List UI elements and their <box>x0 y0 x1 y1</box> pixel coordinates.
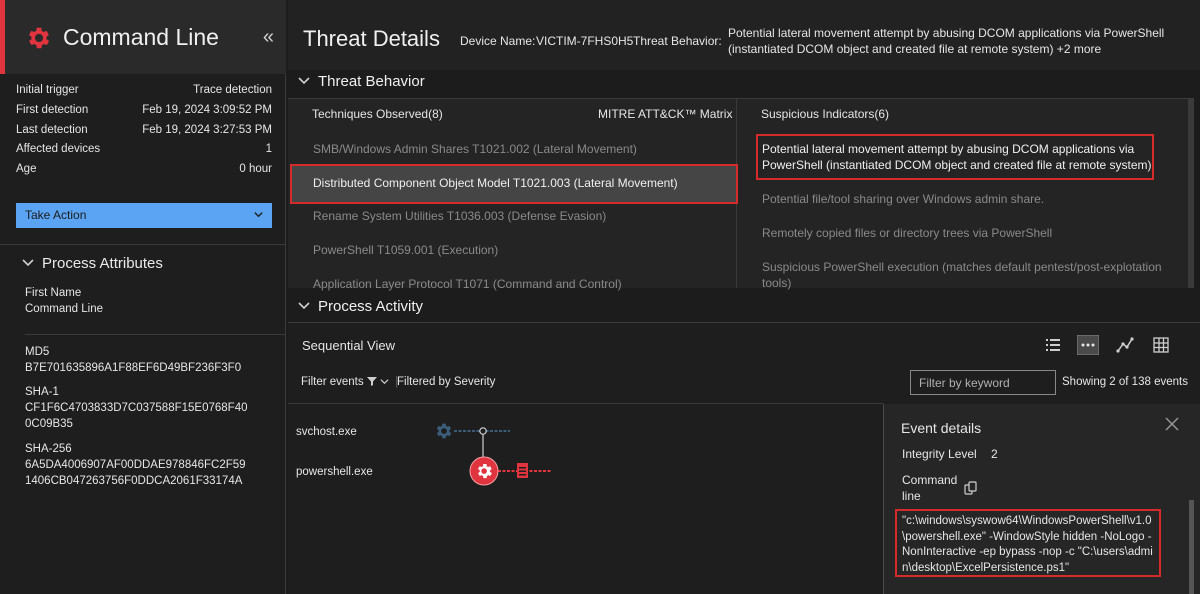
divider <box>25 334 286 335</box>
filter-events-label: Filter events <box>301 376 364 388</box>
threat-behavior-label: Threat Behavior: <box>633 34 722 48</box>
process-activity-header[interactable]: Process Activity <box>298 298 423 315</box>
indicator-item[interactable]: Suspicious PowerShell execution (matches… <box>762 259 1172 291</box>
sequential-view-icon[interactable] <box>1077 335 1099 355</box>
powershell-node-gear-icon[interactable] <box>469 456 499 486</box>
divider <box>288 403 883 404</box>
device-name-label: Device Name: <box>460 34 536 48</box>
technique-item[interactable]: SMB/Windows Admin Shares T1021.002 (Late… <box>313 142 637 156</box>
tab-mitre-matrix[interactable]: MITRE ATT&CK™ Matrix <box>598 107 732 121</box>
technique-item[interactable]: PowerShell T1059.001 (Execution) <box>313 243 498 257</box>
keyword-filter-input[interactable] <box>910 370 1056 395</box>
attr-label: First Name <box>25 287 82 299</box>
device-name-value: VICTIM-7FHS0H5 <box>536 34 634 48</box>
attr-label: SHA-1 <box>25 386 59 398</box>
technique-item[interactable]: Application Layer Protocol T1071 (Comman… <box>313 277 622 291</box>
attr-label: MD5 <box>25 346 50 358</box>
summary-value: Trace detection <box>193 84 272 96</box>
filter-events-dropdown[interactable]: Filter events | <box>301 376 398 388</box>
view-title: Sequential View <box>302 338 395 353</box>
indicator-item[interactable]: Potential lateral movement attempt by ab… <box>762 141 1154 173</box>
chevron-down-icon <box>380 379 389 385</box>
event-details-title: Event details <box>901 420 982 436</box>
summary-value: Feb 19, 2024 3:27:53 PM <box>142 124 272 136</box>
graph-view-icon[interactable] <box>1115 336 1135 354</box>
chevron-down-icon <box>254 212 263 218</box>
divider <box>0 244 286 245</box>
attr-value: Command Line <box>25 303 103 315</box>
scrollbar[interactable] <box>1188 98 1194 288</box>
process-label-svchost: svchost.exe <box>296 426 357 438</box>
take-action-dropdown[interactable]: Take Action <box>16 203 272 228</box>
copy-icon[interactable] <box>964 481 978 495</box>
scrollbar[interactable] <box>1189 500 1194 594</box>
md5-value: B7E701635896A1F88EF6D49BF236F3F0 <box>25 362 242 374</box>
technique-item[interactable]: Rename System Utilities T1036.003 (Defen… <box>313 209 606 223</box>
summary-label: First detection <box>16 104 89 116</box>
section-heading: Threat Behavior <box>318 73 425 90</box>
event-count-text: Showing 2 of 138 events <box>1062 376 1188 388</box>
process-attributes-header[interactable]: Process Attributes <box>22 255 163 272</box>
summary-value: Feb 19, 2024 3:09:52 PM <box>142 104 272 116</box>
left-panel-header: Command Line « <box>0 0 286 74</box>
left-panel: Command Line « Initial trigger Trace det… <box>0 0 286 594</box>
tab-techniques-observed[interactable]: Techniques Observed(8) <box>312 107 443 121</box>
section-heading: Process Attributes <box>42 255 163 272</box>
summary-value: 1 <box>265 143 272 155</box>
sha256-value: 6A5DA4006907AF00DDAE978846FC2F59 1406CB0… <box>25 459 246 487</box>
integrity-level-label: Integrity Level <box>902 447 977 461</box>
threat-behavior-header[interactable]: Threat Behavior <box>298 73 425 90</box>
summary-label: Last detection <box>16 124 88 136</box>
integrity-level-value: 2 <box>991 447 998 461</box>
panel-title: Command Line <box>63 24 219 50</box>
indicator-item[interactable]: Potential file/tool sharing over Windows… <box>762 191 1172 207</box>
summary-label: Age <box>16 163 37 175</box>
threat-behavior-value: Potential lateral movement attempt by ab… <box>728 26 1165 56</box>
technique-item[interactable]: Distributed Component Object Model T1021… <box>313 176 678 190</box>
section-heading: Process Activity <box>318 298 424 315</box>
page-title: Threat Details <box>303 26 440 51</box>
process-label-powershell: powershell.exe <box>296 466 373 478</box>
sha1-value: CF1F6C4703833D7C037588F15E0768F40 0C09B3… <box>25 402 248 430</box>
filtered-by-label: Filtered by Severity <box>397 376 496 388</box>
collapse-panel-icon[interactable]: « <box>263 26 274 49</box>
attr-label: SHA-256 <box>25 443 72 455</box>
list-view-icon[interactable] <box>1043 336 1063 354</box>
table-view-icon[interactable] <box>1151 336 1171 354</box>
svchost-node-gear-icon[interactable] <box>434 421 454 441</box>
command-line-label: Command line <box>902 473 958 503</box>
indicator-item[interactable]: Remotely copied files or directory trees… <box>762 225 1172 241</box>
gear-icon <box>28 27 50 49</box>
threat-details-header: Threat Details Device Name: VICTIM-7FHS0… <box>288 0 1200 70</box>
take-action-label: Take Action <box>25 208 87 222</box>
chevron-down-icon <box>298 77 310 85</box>
chevron-down-icon <box>298 302 310 310</box>
filter-icon <box>366 377 377 386</box>
summary-label: Initial trigger <box>16 84 79 96</box>
close-icon[interactable] <box>1165 417 1179 431</box>
summary-value: 0 hour <box>239 163 272 175</box>
chevron-down-icon <box>22 259 34 267</box>
command-line-value: "c:\windows\syswow64\WindowsPowerShell\v… <box>895 509 1161 577</box>
tab-suspicious-indicators[interactable]: Suspicious Indicators(6) <box>761 107 889 121</box>
summary-label: Affected devices <box>16 143 101 155</box>
